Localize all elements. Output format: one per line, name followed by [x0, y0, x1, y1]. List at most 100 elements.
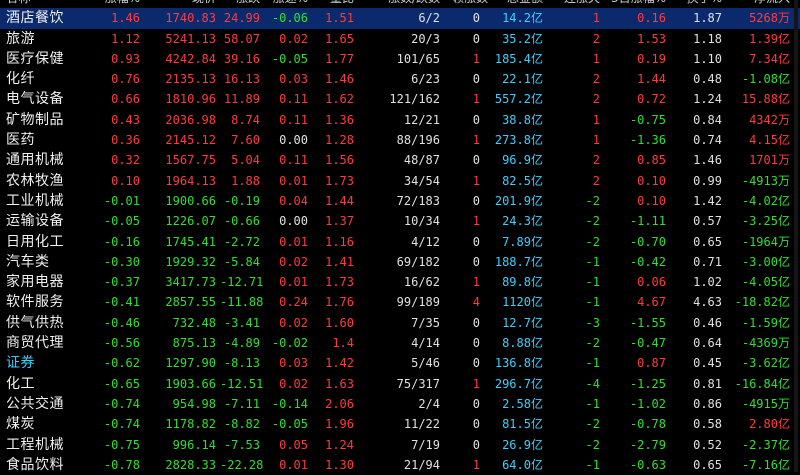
inflow-unit: 万 [777, 112, 790, 127]
leaders-count: 1 [472, 173, 480, 188]
volume-ratio: 1.62 [325, 92, 354, 107]
turnover: 0.71 [693, 254, 722, 269]
table-row[interactable]: 医疗保健 0.93 4242.84 39.16 -0.05 1.77 101/65 1 1 0.1… [0, 49, 800, 69]
turnover: 1.42 [693, 193, 722, 208]
total-amount: 81.5亿 [485, 414, 543, 434]
header-name[interactable]: 名称 [6, 0, 98, 8]
streak-days: -1 [585, 254, 600, 269]
streak-days: 2 [592, 173, 600, 188]
inflow-unit: 亿 [777, 193, 790, 208]
table-row[interactable]: 煤炭 -0.74 1178.82 -8.82 -0.05 1.96 11/22 0 -2 -0.7… [0, 414, 800, 434]
inflow-value: 4.15 [749, 133, 778, 148]
sector-quote-table: 名称 涨幅% 现价 涨跌 涨速% 量比 涨数/跌数 领涨数 总金额 连涨天 3日… [0, 0, 800, 475]
table-row[interactable]: 商贸代理 -0.56 875.13 -4.89 -0.02 1.4 4/14 0 -2 -0.47… [0, 333, 800, 353]
table-row[interactable]: 供气供热 -0.46 732.48 -3.41 0.02 1.60 7/35 0 -3 -1.55… [0, 313, 800, 333]
total-amount: 185.4亿 [485, 49, 543, 69]
streak-days: -2 [585, 336, 600, 351]
table-row[interactable]: 农林牧渔 0.10 1964.13 1.88 0.01 1.73 34/54 1 2 0.10 0.… [0, 171, 800, 191]
price: 996.14 [172, 437, 216, 452]
streak-days: -1 [585, 396, 600, 411]
table-row[interactable]: 软件服务 -0.41 2857.55 -11.88 0.24 1.76 99/189 4 -1 4… [0, 292, 800, 312]
volume-ratio: 1.60 [325, 315, 354, 330]
sector-name: 通用机械 [6, 152, 64, 169]
header-turnover[interactable]: 换手% [672, 0, 722, 8]
header-speed[interactable]: 涨速% [262, 0, 308, 8]
change-pct: 0.66 [111, 92, 140, 107]
turnover: 0.45 [693, 356, 722, 371]
price: 1178.82 [165, 417, 216, 432]
diff: -3.41 [223, 315, 260, 330]
three-day-change: -1.55 [629, 315, 666, 330]
table-row[interactable]: 旅游 1.12 5241.13 58.07 0.02 1.65 20/3 0 2 1.53 1.18… [0, 29, 800, 49]
table-row[interactable]: 医药 0.36 2145.12 7.60 0.00 1.28 88/196 1 1 -1.36 0.… [0, 130, 800, 150]
change-pct: -0.56 [103, 336, 140, 351]
total-amount: 24.3亿 [485, 211, 543, 231]
net-inflow: 1.39亿 [726, 29, 790, 49]
amount-value: 8.88 [502, 336, 531, 351]
table-row[interactable]: 电气设备 0.66 1810.96 11.89 0.11 1.62 121/162 1 2 0.7… [0, 89, 800, 109]
net-inflow: -16.84亿 [726, 374, 790, 394]
header-volume-ratio[interactable]: 量比 [310, 0, 354, 8]
header-leaders[interactable]: 领涨数 [452, 0, 488, 8]
streak-days: 2 [592, 92, 600, 107]
price: 1567.75 [165, 153, 216, 168]
amount-value: 1120 [502, 295, 531, 310]
up-down-count: 20/3 [411, 31, 440, 46]
speed: 0.02 [279, 31, 308, 46]
header-streak-days[interactable]: 连涨天 [560, 0, 600, 8]
table-row[interactable]: 工业机械 -0.01 1900.66 -0.19 0.04 1.44 72/183 0 -2 0.… [0, 191, 800, 211]
table-row[interactable]: 矿物制品 0.43 2036.98 8.74 0.11 1.36 12/21 0 1 -0.75 0… [0, 110, 800, 130]
diff: -8.13 [223, 356, 260, 371]
up-down-count: 7/35 [411, 315, 440, 330]
diff: 8.74 [231, 112, 260, 127]
amount-unit: 亿 [530, 275, 543, 290]
table-row[interactable]: 化纤 0.76 2135.13 16.13 0.03 1.46 6/23 0 2 1.44 0.48… [0, 69, 800, 89]
table-row[interactable]: 酒店餐饮 1.46 1740.83 24.99 -0.06 1.51 6/2 0 1 0.16 1.… [0, 8, 800, 29]
table-row[interactable]: 工程机械 -0.75 996.14 -7.53 0.05 1.24 7/19 0 -2 -2.79… [0, 435, 800, 455]
leaders-count: 0 [472, 234, 480, 249]
diff: 5.04 [231, 153, 260, 168]
price: 1810.96 [165, 92, 216, 107]
diff: -4.89 [223, 336, 260, 351]
three-day-change: -2.79 [629, 437, 666, 452]
turnover: 0.81 [693, 376, 722, 391]
table-row[interactable]: 通用机械 0.32 1567.75 5.04 0.11 1.56 48/87 0 2 0.85 1.… [0, 150, 800, 170]
scrollbar[interactable] [794, 0, 798, 472]
header-price[interactable]: 现价 [150, 0, 216, 8]
table-row[interactable]: 汽车类 -0.30 1929.32 -5.84 0.02 1.41 69/182 0 -1 -0.… [0, 252, 800, 272]
net-inflow: -4369万 [726, 333, 790, 353]
change-pct: -0.16 [103, 234, 140, 249]
amount-value: 14.2 [502, 11, 531, 26]
sector-name: 煤炭 [6, 416, 35, 433]
header-up-down[interactable]: 涨数/跌数 [360, 0, 440, 8]
price: 875.13 [172, 336, 216, 351]
net-inflow: -1.59亿 [726, 313, 790, 333]
amount-unit: 亿 [530, 376, 543, 391]
table-row[interactable]: 公共交通 -0.74 954.98 -7.11 -0.14 2.06 2/4 0 -1 -1.02… [0, 394, 800, 414]
header-3day-change[interactable]: 3日涨幅% [610, 0, 666, 8]
streak-days: -2 [585, 193, 600, 208]
sector-name: 日用化工 [6, 233, 64, 250]
header-diff[interactable]: 涨跌 [220, 0, 260, 8]
table-row[interactable]: 日用化工 -0.16 1745.41 -2.72 0.01 1.16 4/12 0 -2 -0.7… [0, 232, 800, 252]
table-row[interactable]: 证券 -0.62 1297.90 -8.13 0.03 1.42 5/46 0 -1 0.87 0.… [0, 353, 800, 373]
table-row[interactable]: 运输设备 -0.05 1226.07 -0.66 0.00 1.37 10/34 1 -2 -1.… [0, 211, 800, 231]
amount-value: 296.7 [494, 376, 531, 391]
header-amount[interactable]: 总金额 [485, 0, 543, 8]
change-pct: -0.74 [103, 417, 140, 432]
speed: -0.05 [271, 417, 308, 432]
up-down-count: 12/21 [403, 112, 440, 127]
price: 732.48 [172, 315, 216, 330]
inflow-unit: 万 [777, 336, 790, 351]
header-net-inflow[interactable]: 净流入 [726, 0, 790, 8]
streak-days: 2 [592, 72, 600, 87]
net-inflow: 4342万 [726, 110, 790, 130]
inflow-unit: 亿 [777, 51, 790, 66]
header-change-pct[interactable]: 涨幅% [90, 0, 140, 8]
turnover: 1.02 [693, 275, 722, 290]
table-row[interactable]: 家用电器 -0.37 3417.73 -12.71 0.01 1.73 16/62 1 -1 0.… [0, 272, 800, 292]
net-inflow: 2.80亿 [726, 414, 790, 434]
change-pct: -0.30 [103, 254, 140, 269]
total-amount: 188.7亿 [485, 252, 543, 272]
table-row[interactable]: 化工 -0.65 1903.66 -12.51 0.02 1.63 75/317 1 -4 -1.… [0, 374, 800, 394]
